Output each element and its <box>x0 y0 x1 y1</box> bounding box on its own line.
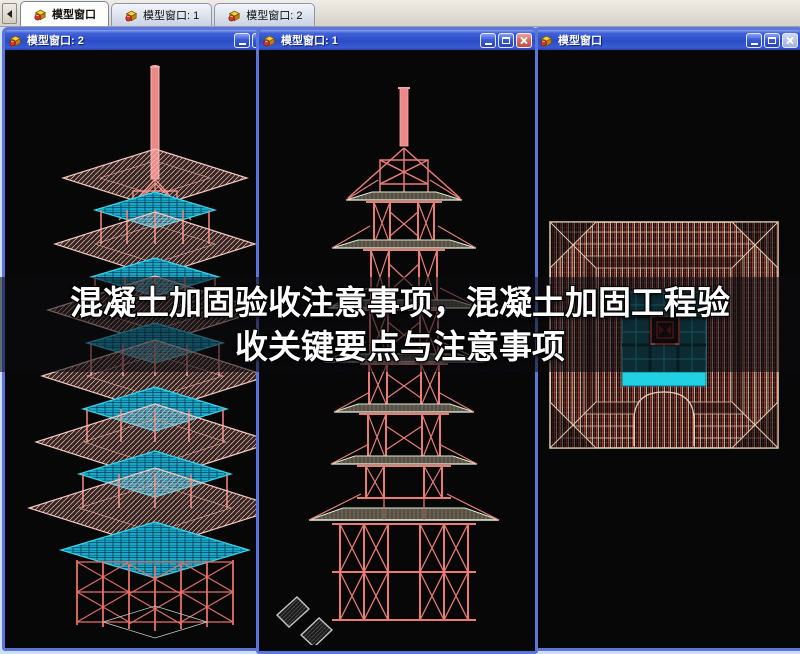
maximize-icon <box>768 36 776 44</box>
window-title: 模型窗口: 1 <box>281 35 338 47</box>
pagoda-elevation-wireframe <box>275 87 500 645</box>
window-model-2-titlebar[interactable]: 模型窗口: 2 <box>5 30 289 50</box>
close-button[interactable] <box>782 32 798 48</box>
close-button[interactable] <box>516 32 532 48</box>
window-model-1-titlebar[interactable]: 模型窗口: 1 <box>259 30 535 50</box>
model-window-icon <box>124 8 139 23</box>
viewport-front-elevation[interactable] <box>259 50 535 651</box>
maximize-button[interactable] <box>498 32 514 48</box>
model-window-icon <box>227 8 242 23</box>
pagoda-3d-wireframe <box>27 65 283 639</box>
maximize-button[interactable] <box>764 32 780 48</box>
maximize-icon <box>502 36 510 44</box>
model-window-tab-bar: 模型窗口 模型窗口: 1 模型窗口: 2 <box>0 0 800 27</box>
tab-label: 模型窗口 <box>52 9 96 21</box>
tab-scroll-left-button[interactable] <box>2 3 17 24</box>
minimize-button[interactable] <box>234 32 250 48</box>
window-model-2: 模型窗口: 2 <box>2 27 292 651</box>
pagoda-plan-wireframe <box>549 221 779 449</box>
chevron-left-icon <box>7 9 12 18</box>
window-model: 模型窗口 <box>533 27 800 651</box>
tab-label: 模型窗口: 1 <box>143 10 200 22</box>
minimize-icon <box>238 42 246 45</box>
window-model-1: 模型窗口: 1 <box>256 27 538 654</box>
viewport-top-plan[interactable] <box>536 50 800 648</box>
tab-model-window[interactable]: 模型窗口 <box>20 1 109 26</box>
model-window-icon <box>539 33 554 48</box>
minimize-button[interactable] <box>746 32 762 48</box>
tab-model-window-1[interactable]: 模型窗口: 1 <box>111 3 213 26</box>
minimize-icon <box>484 42 492 45</box>
ucs-axis-icon <box>275 596 334 645</box>
tab-label: 模型窗口: 2 <box>246 10 303 22</box>
minimize-icon <box>750 42 758 45</box>
model-window-icon <box>8 33 23 48</box>
window-model-titlebar[interactable]: 模型窗口 <box>536 30 800 50</box>
minimize-button[interactable] <box>480 32 496 48</box>
close-icon <box>786 36 795 45</box>
close-icon <box>520 36 529 45</box>
tab-model-window-2[interactable]: 模型窗口: 2 <box>214 3 316 26</box>
window-title: 模型窗口 <box>558 35 602 47</box>
window-title: 模型窗口: 2 <box>27 35 84 47</box>
model-window-icon <box>33 7 48 22</box>
model-window-icon <box>262 33 277 48</box>
viewport-3d-perspective[interactable] <box>5 50 289 648</box>
